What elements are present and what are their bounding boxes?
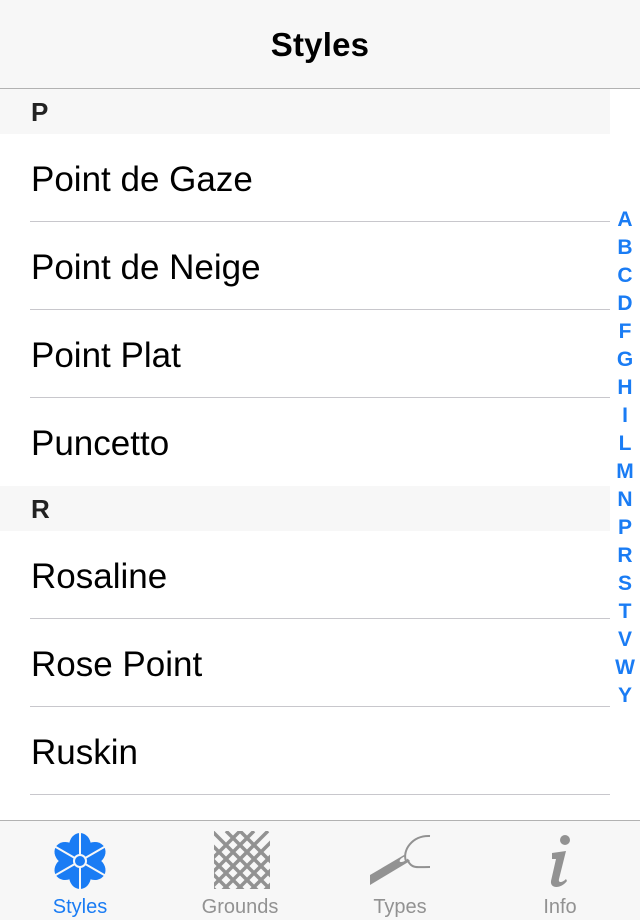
tab-label: Info [543, 896, 577, 918]
list-item-label: Point de Gaze [31, 160, 253, 199]
index-letter-d[interactable]: D [612, 290, 638, 318]
index-letter-g[interactable]: G [612, 346, 638, 374]
section-index[interactable]: A B C D F G H I L M N P R S T V W Y [612, 206, 638, 710]
tab-label: Styles [52, 896, 108, 918]
tab-label: Grounds [201, 896, 279, 918]
flower-icon [53, 831, 107, 891]
index-letter-r[interactable]: R [612, 542, 638, 570]
needle-thread-icon [370, 834, 431, 885]
page-title: Styles [270, 26, 370, 63]
list-item[interactable]: Point de Neige [0, 222, 610, 310]
list-item[interactable]: Point de Gaze [0, 134, 610, 222]
tab-styles[interactable]: Styles [0, 821, 160, 920]
list-item-label: Point de Neige [31, 248, 261, 287]
index-letter-s[interactable]: S [612, 570, 638, 598]
section-header-label: P [31, 97, 49, 127]
tab-label: Types [373, 896, 427, 918]
styles-list[interactable]: P Point de Gaze Point de Neige Point Pla… [0, 89, 610, 820]
index-letter-t[interactable]: T [612, 598, 638, 626]
list-item-label: Rose Point [31, 645, 203, 684]
list-item-label: Point Plat [31, 336, 181, 375]
tab-grounds[interactable]: Grounds [160, 821, 320, 920]
row-separator [30, 794, 610, 795]
index-letter-n[interactable]: N [612, 486, 638, 514]
mesh-icon [214, 831, 270, 889]
index-letter-y[interactable]: Y [612, 682, 638, 710]
list-item[interactable]: Rose Point [0, 619, 610, 707]
index-letter-f[interactable]: F [612, 318, 638, 346]
info-icon [550, 835, 570, 887]
section-header-r: R [0, 486, 610, 531]
index-letter-i[interactable]: I [612, 402, 638, 430]
list-item[interactable]: Ruskin [0, 707, 610, 795]
list-item-label: Puncetto [31, 424, 170, 463]
list-item[interactable]: Puncetto [0, 398, 610, 486]
navigation-bar: Styles [0, 0, 640, 89]
list-item[interactable]: Rosaline [0, 531, 610, 619]
index-letter-a[interactable]: A [612, 206, 638, 234]
list-item-label: Ruskin [31, 733, 138, 772]
section-header-label: R [31, 494, 50, 524]
section-header-p: P [0, 89, 610, 134]
tab-types[interactable]: Types [320, 821, 480, 920]
index-letter-w[interactable]: W [612, 654, 638, 682]
list-item[interactable]: Point Plat [0, 310, 610, 398]
index-letter-c[interactable]: C [612, 262, 638, 290]
index-letter-l[interactable]: L [612, 430, 638, 458]
index-letter-m[interactable]: M [612, 458, 638, 486]
index-letter-h[interactable]: H [612, 374, 638, 402]
index-letter-p[interactable]: P [612, 514, 638, 542]
tab-info[interactable]: Info [480, 821, 640, 920]
tab-bar: Styles Grounds Types Info [0, 820, 640, 920]
index-letter-v[interactable]: V [612, 626, 638, 654]
list-item-label: Rosaline [31, 557, 168, 596]
index-letter-b[interactable]: B [612, 234, 638, 262]
